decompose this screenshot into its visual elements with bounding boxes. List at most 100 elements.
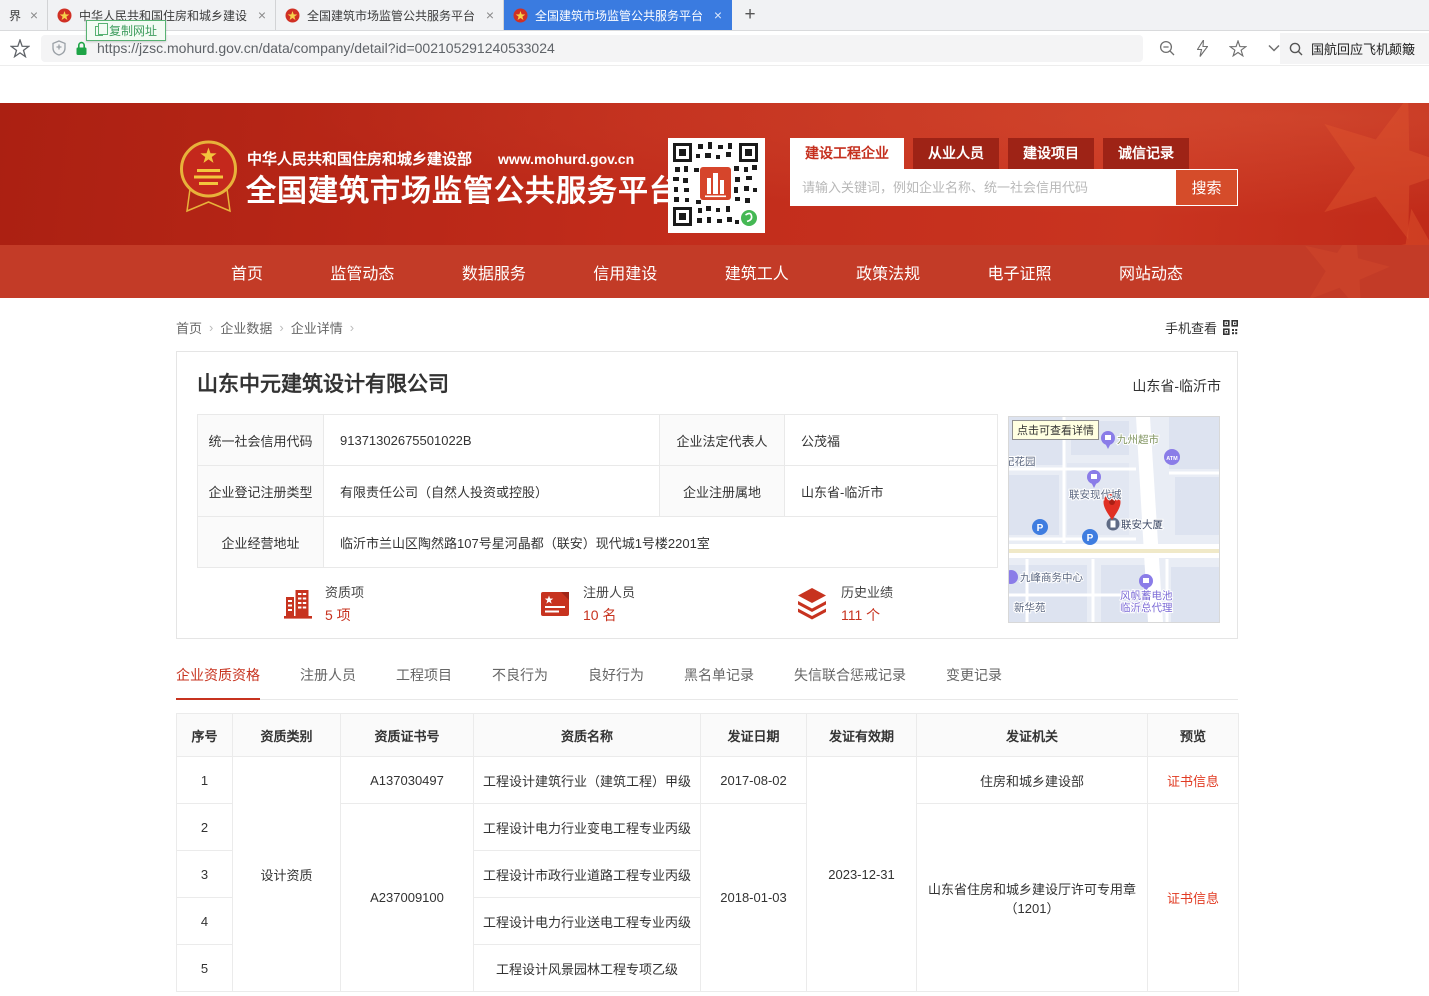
map-pin-tower xyxy=(1107,518,1120,531)
browser-tab-jzsc[interactable]: 全国建筑市场监管公共服务平台 × xyxy=(276,0,504,30)
qr-code-icon xyxy=(1223,320,1238,335)
national-emblem-icon xyxy=(57,8,72,23)
breadcrumb-company-data[interactable]: 企业数据 xyxy=(220,318,272,337)
mobile-view-link[interactable]: 手机查看 xyxy=(1165,318,1238,337)
stat-label: 资质项 xyxy=(325,582,364,601)
info-label: 企业经营地址 xyxy=(198,517,324,568)
bookmark-star-icon[interactable] xyxy=(10,39,30,58)
cell-qual-name: 工程设计建筑行业（建筑工程）甲级 xyxy=(474,757,701,804)
cell-qual-name: 工程设计电力行业变电工程专业丙级 xyxy=(474,804,701,851)
new-tab-button[interactable]: + xyxy=(732,0,768,30)
tab-good-behavior[interactable]: 良好行为 xyxy=(588,665,644,699)
stat-label: 注册人员 xyxy=(583,582,635,601)
nav-item-home[interactable]: 首页 xyxy=(231,260,263,284)
cell-no: 2 xyxy=(177,804,233,851)
col-header-name: 资质名称 xyxy=(474,714,701,757)
personnel-card-icon xyxy=(539,589,571,619)
lock-icon xyxy=(75,41,88,56)
flash-icon[interactable] xyxy=(1197,40,1208,57)
qr-code xyxy=(668,138,765,233)
qualifications-table: 序号 资质类别 资质证书号 资质名称 发证日期 发证有效期 发证机关 预览 1 … xyxy=(176,713,1239,992)
search-tab-credit[interactable]: 诚信记录 xyxy=(1103,138,1189,169)
shield-icon[interactable] xyxy=(52,40,66,56)
star-icon[interactable] xyxy=(1229,40,1247,57)
stat-value[interactable]: 111 个 xyxy=(841,605,893,625)
svg-text:ATM: ATM xyxy=(1166,456,1178,462)
map-tooltip: 点击可查看详情 xyxy=(1012,420,1099,440)
info-label: 企业注册属地 xyxy=(660,466,785,517)
nav-item-e-license[interactable]: 电子证照 xyxy=(988,260,1052,284)
company-card: 山东中元建筑设计有限公司 山东省-临沂市 统一社会信用代码 9137130267… xyxy=(176,351,1238,639)
mobile-view-label: 手机查看 xyxy=(1165,318,1217,337)
close-icon[interactable]: × xyxy=(258,8,266,22)
map-label-business-center: 九峰商务中心 xyxy=(1020,571,1083,584)
performance-layers-icon xyxy=(795,587,829,620)
tab-blacklist[interactable]: 黑名单记录 xyxy=(684,665,754,699)
svg-text:P: P xyxy=(1087,533,1094,544)
browser-tab-active[interactable]: 全国建筑市场监管公共服务平台 × xyxy=(504,0,732,30)
breadcrumb-separator: › xyxy=(209,320,213,335)
company-region: 山东省-临沂市 xyxy=(1132,376,1221,396)
tab-change-records[interactable]: 变更记录 xyxy=(946,665,1002,699)
nav-item-site-news[interactable]: 网站动态 xyxy=(1119,260,1183,284)
cell-no: 4 xyxy=(177,898,233,945)
stat-value[interactable]: 5 项 xyxy=(325,605,364,625)
browser-urlbar: https://jzsc.mohurd.gov.cn/data/company/… xyxy=(0,31,1429,66)
col-header-preview: 预览 xyxy=(1148,714,1239,757)
close-icon[interactable]: × xyxy=(30,8,38,22)
search-tab-personnel[interactable]: 从业人员 xyxy=(913,138,999,169)
breadcrumb-home[interactable]: 首页 xyxy=(176,318,202,337)
nav-item-credit[interactable]: 信用建设 xyxy=(593,260,657,284)
map-pin-atm: ATM xyxy=(1164,449,1180,465)
close-icon[interactable]: × xyxy=(714,8,722,22)
company-location-map[interactable]: 点击可查看详情 xyxy=(1008,416,1220,623)
company-name: 山东中元建筑设计有限公司 xyxy=(197,368,449,398)
cell-qual-name: 工程设计市政行业道路工程专业丙级 xyxy=(474,851,701,898)
search-input[interactable] xyxy=(790,169,1175,206)
tab-dishonesty[interactable]: 失信联合惩戒记录 xyxy=(794,665,906,699)
chevron-down-icon[interactable] xyxy=(1268,44,1280,52)
decor-star-icon xyxy=(1360,198,1429,245)
nav-item-policy[interactable]: 政策法规 xyxy=(856,260,920,284)
cell-cert-no: A237009100 xyxy=(341,804,474,992)
cell-category: 设计资质 xyxy=(233,757,341,992)
stat-qualifications: 资质项 5 项 xyxy=(283,582,539,625)
search-icon xyxy=(1289,42,1303,56)
info-label: 统一社会信用代码 xyxy=(198,415,324,466)
tab-projects[interactable]: 工程项目 xyxy=(396,665,452,699)
certificate-info-link[interactable]: 证书信息 xyxy=(1167,774,1219,789)
reg-type-value: 有限责任公司（自然人投资或控股） xyxy=(324,466,660,517)
urlbar-actions xyxy=(1159,40,1280,57)
nav-item-data-service[interactable]: 数据服务 xyxy=(462,260,526,284)
map-label-battery-1: 风帆蓄电池 xyxy=(1120,589,1173,602)
breadcrumb-separator: › xyxy=(279,320,283,335)
tab-registered-personnel[interactable]: 注册人员 xyxy=(300,665,356,699)
browser-tab-partial[interactable]: 界 × xyxy=(0,0,48,30)
map-label-tower: 联安大厦 xyxy=(1121,518,1163,531)
breadcrumb: 首页 › 企业数据 › 企业详情 › 手机查看 xyxy=(176,317,1238,337)
close-icon[interactable]: × xyxy=(486,8,494,22)
address-bar[interactable]: https://jzsc.mohurd.gov.cn/data/company/… xyxy=(41,35,1143,62)
breadcrumb-company-detail[interactable]: 企业详情 xyxy=(291,318,343,337)
legal-rep-value: 公茂福 xyxy=(785,415,998,466)
col-header-authority: 发证机关 xyxy=(917,714,1148,757)
map-pin-parking-2: P xyxy=(1082,529,1098,545)
certificate-info-link[interactable]: 证书信息 xyxy=(1167,891,1219,906)
nav-item-supervision[interactable]: 监管动态 xyxy=(330,260,394,284)
ministry-site-url: www.mohurd.gov.cn xyxy=(498,151,634,167)
search-tab-enterprise[interactable]: 建设工程企业 xyxy=(790,138,904,169)
cell-validity: 2023-12-31 xyxy=(807,757,917,992)
quick-search-box[interactable]: 国航回应飞机颠簸 xyxy=(1280,33,1429,64)
stat-value[interactable]: 10 名 xyxy=(583,605,635,625)
search-tab-project[interactable]: 建设项目 xyxy=(1008,138,1094,169)
tab-bad-behavior[interactable]: 不良行为 xyxy=(492,665,548,699)
search-button[interactable]: 搜索 xyxy=(1175,169,1238,206)
cell-preview: 证书信息 xyxy=(1148,804,1239,992)
nav-item-workers[interactable]: 建筑工人 xyxy=(725,260,789,284)
copy-url-tooltip[interactable]: 复制网址 xyxy=(86,20,166,41)
url-text: https://jzsc.mohurd.gov.cn/data/company/… xyxy=(97,40,555,56)
address-value: 临沂市兰山区陶然路107号星河晶都（联安）现代城1号楼2201室 xyxy=(324,517,998,568)
tab-title: 全国建筑市场监管公共服务平台 xyxy=(307,7,479,24)
tab-qualifications[interactable]: 企业资质资格 xyxy=(176,665,260,700)
zoom-out-icon[interactable] xyxy=(1159,40,1176,57)
